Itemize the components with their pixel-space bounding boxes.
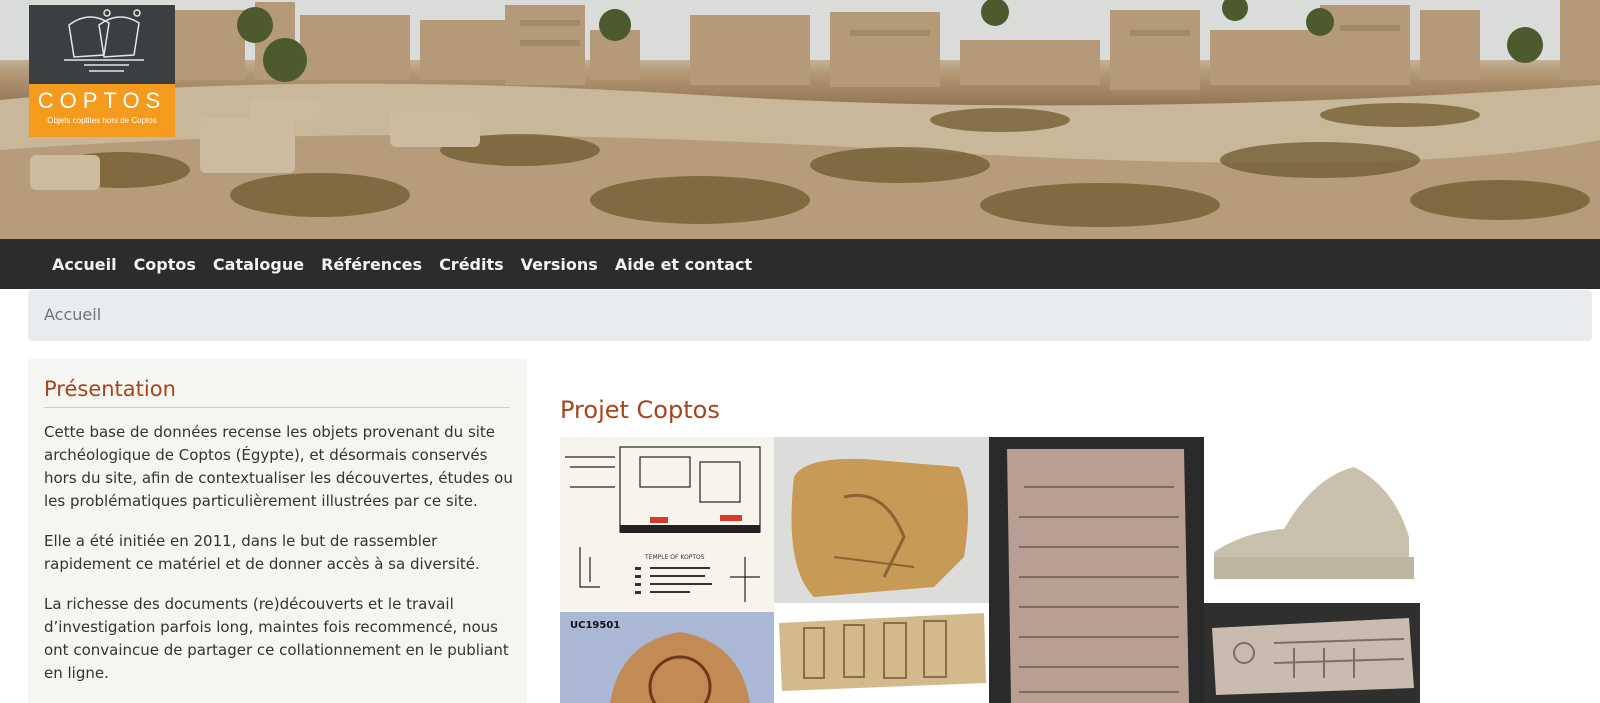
project-title: Projet Coptos [560, 396, 720, 424]
logo-ibis-emblem [29, 5, 175, 84]
relief-stone-image [791, 458, 968, 597]
nav-item-credits[interactable]: Crédits [431, 255, 512, 274]
presentation-paragraph: Cette base de données recense les objets… [44, 423, 513, 510]
hieroglyph-block-image [779, 613, 986, 691]
gallery-tile-plan[interactable]: TEMPLE OF KOPTOS [560, 437, 774, 612]
nav-item-aide-contact[interactable]: Aide et contact [607, 255, 760, 274]
vase-fragment-caption: UC19501 [570, 620, 620, 631]
nav-list: Accueil Coptos Catalogue Références Créd… [52, 239, 761, 289]
logo-orange-band: COPTOS Objets coptites hors de Coptos [29, 84, 175, 137]
gallery-tile-vase[interactable]: UC19501 [560, 612, 774, 703]
gallery-tile-relief[interactable] [774, 437, 989, 603]
inscribed-fragment-image [1212, 618, 1414, 695]
ibis-icon [64, 9, 144, 72]
presentation-panel: Présentation Cette base de données recen… [28, 359, 527, 703]
main-navbar: Accueil Coptos Catalogue Références Créd… [0, 239, 1600, 289]
crocodile-figurine-image [1214, 467, 1414, 579]
presentation-paragraph: Elle a été initiée en 2011, dans le but … [44, 532, 480, 573]
header-banner: COPTOS Objets coptites hors de Coptos [0, 0, 1600, 239]
gallery-tile-stele[interactable] [989, 437, 1204, 703]
logo-wordmark: COPTOS [37, 88, 167, 113]
nav-item-versions[interactable]: Versions [513, 255, 606, 274]
presentation-body: Cette base de données recense les objets… [44, 421, 514, 702]
presentation-title: Présentation [44, 377, 510, 408]
nav-item-catalogue[interactable]: Catalogue [205, 255, 312, 274]
gallery-tile-inscribed[interactable] [1204, 603, 1420, 703]
vase-fragment-image: UC19501 [570, 620, 750, 703]
breadcrumb-current: Accueil [44, 305, 102, 324]
temple-plan-image: TEMPLE OF KOPTOS [565, 446, 761, 602]
banner-landscape-image [0, 0, 1600, 239]
nav-item-coptos[interactable]: Coptos [126, 255, 204, 274]
coptos-logo[interactable]: COPTOS Objets coptites hors de Coptos [29, 5, 175, 137]
temple-plan-caption: TEMPLE OF KOPTOS [644, 554, 705, 561]
presentation-paragraph: La richesse des documents (re)découverts… [44, 595, 509, 682]
nav-item-references[interactable]: Références [313, 255, 430, 274]
project-gallery: TEMPLE OF KOPTOS UC19501 [560, 437, 1420, 703]
logo-tagline: Objets coptites hors de Coptos [47, 116, 157, 125]
greek-stele-image [1007, 449, 1189, 703]
nav-item-accueil[interactable]: Accueil [52, 255, 125, 274]
breadcrumb: Accueil [28, 290, 1592, 341]
gallery-tile-hieroglyph[interactable] [774, 603, 989, 703]
gallery-tile-crocodile[interactable] [1204, 437, 1420, 603]
